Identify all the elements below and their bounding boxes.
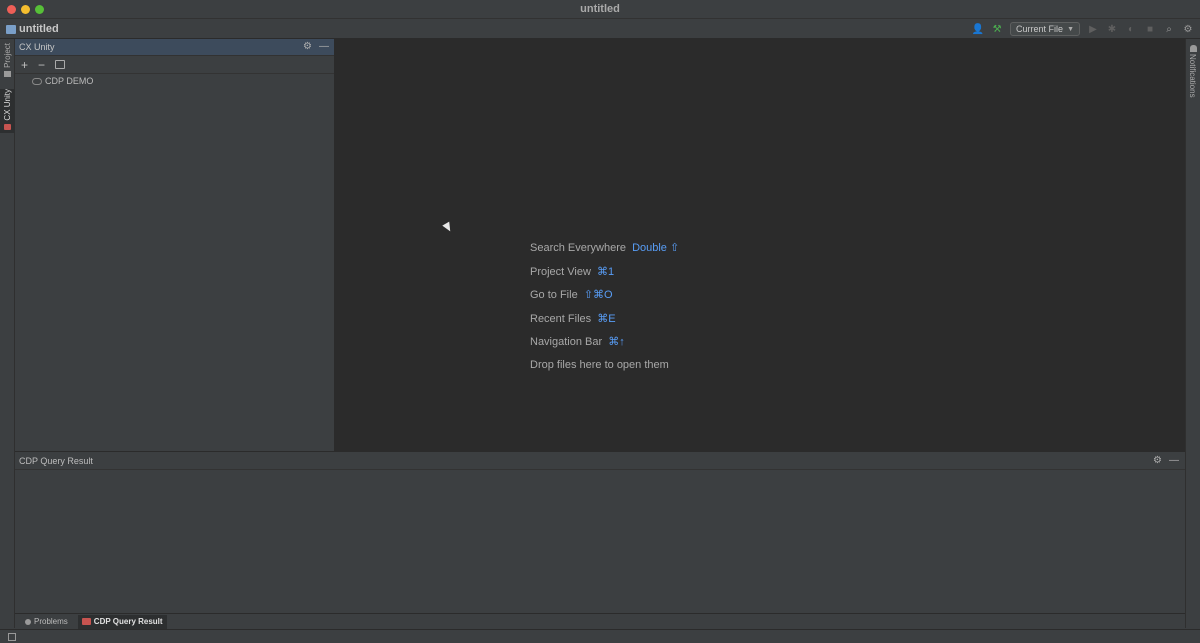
hint-label: Navigation Bar (530, 336, 603, 348)
tab-label: Problems (34, 617, 68, 626)
settings-gear-icon[interactable]: ⚙ (1153, 455, 1162, 466)
status-bar (0, 629, 1200, 643)
left-tool-stripe: Project CX Unity (0, 39, 15, 628)
tool-window-header: CX Unity ⚙ — (15, 39, 334, 56)
panel-title: CDP Query Result (19, 456, 93, 466)
bell-icon (1189, 45, 1197, 52)
hint-label: Recent Files (530, 312, 592, 325)
tree-item-cdp-demo[interactable]: CDP DEMO (32, 76, 93, 86)
toggle-tool-windows-icon[interactable] (8, 633, 16, 641)
remove-minus-icon[interactable]: − (38, 58, 45, 72)
title-bar: untitled (0, 0, 1200, 19)
run-icon[interactable]: ▶ (1087, 23, 1099, 35)
database-icon (81, 618, 91, 625)
hint-drop-files: Drop files here to open them (530, 359, 679, 383)
hide-minus-icon[interactable]: — (1169, 455, 1179, 466)
problems-icon (25, 618, 31, 625)
run-configuration-selector[interactable]: Current File ▼ (1010, 22, 1080, 36)
calendar-icon[interactable] (55, 60, 66, 69)
folder-icon (4, 70, 11, 77)
cx-unity-icon (4, 123, 11, 130)
hint-navigation-bar: Navigation Bar ⌘↑ (530, 335, 679, 359)
stop-icon[interactable]: ■ (1144, 23, 1156, 35)
hint-label: Project View (530, 265, 591, 278)
panel-actions: ⚙ — (1153, 455, 1179, 466)
tab-label: CDP Query Result (93, 617, 163, 626)
editor-area[interactable]: Search Everywhere Double ⇧ Project View … (335, 39, 1185, 451)
hint-recent-files: Recent Files ⌘E (530, 312, 679, 336)
toolbar-actions: 👤 ⚒ Current File ▼ ▶ ✱ ◐ ■ ⌕ ⚙ (972, 21, 1194, 37)
hint-shortcut: ⌘↑ (608, 336, 625, 348)
hide-minus-icon[interactable]: — (319, 41, 329, 52)
mouse-cursor-icon (442, 221, 454, 234)
stripe-tab-project[interactable]: Project (0, 43, 15, 77)
cloud-icon (32, 77, 42, 85)
tool-window-actions: ⚙ — (303, 41, 329, 52)
hint-project-view: Project View ⌘1 (530, 265, 679, 289)
user-icon[interactable]: 👤 (972, 23, 984, 35)
tab-problems[interactable]: Problems (21, 615, 72, 629)
debug-icon[interactable]: ✱ (1106, 23, 1118, 35)
add-plus-icon[interactable]: + (21, 58, 28, 72)
hint-label: Search Everywhere (530, 242, 626, 254)
hint-shortcut: Double ⇧ (632, 242, 680, 254)
build-hammer-icon[interactable]: ⚒ (991, 23, 1003, 35)
panel-header: CDP Query Result ⚙ — (15, 452, 1185, 470)
window-title: untitled (580, 3, 620, 15)
chevron-down-icon: ▼ (1067, 25, 1074, 33)
hint-search-everywhere: Search Everywhere Double ⇧ (530, 241, 679, 265)
hint-label: Drop files here to open them (530, 358, 669, 371)
coverage-icon[interactable]: ◐ (1125, 23, 1137, 35)
settings-gear-icon[interactable]: ⚙ (1182, 23, 1194, 35)
tool-window-title: CX Unity (19, 42, 55, 52)
editor-empty-hints: Search Everywhere Double ⇧ Project View … (530, 241, 679, 382)
cx-unity-tool-window: CX Unity ⚙ — + − CDP DEMO (15, 39, 335, 451)
project-name: untitled (19, 23, 59, 35)
right-tool-stripe: Notifications (1185, 39, 1200, 628)
hint-shortcut: ⇧⌘O (583, 289, 613, 301)
bottom-tool-tabs: Problems CDP Query Result (15, 613, 1185, 629)
tab-cdp-query-result[interactable]: CDP Query Result (77, 614, 167, 629)
settings-gear-icon[interactable]: ⚙ (303, 41, 312, 52)
hint-shortcut: ⌘E (597, 312, 616, 325)
stripe-tab-notifications[interactable]: Notifications (1186, 45, 1200, 101)
run-configuration-label: Current File (1016, 24, 1064, 34)
hint-go-to-file: Go to File ⇧⌘O (530, 288, 679, 312)
stripe-tab-label: CX Unity (3, 89, 12, 121)
hint-shortcut: ⌘1 (597, 265, 615, 278)
tool-window-toolbar: + − (15, 56, 334, 74)
search-icon[interactable]: ⌕ (1163, 23, 1175, 35)
main-toolbar: untitled 👤 ⚒ Current File ▼ ▶ ✱ ◐ ■ ⌕ ⚙ (0, 19, 1200, 39)
stripe-tab-cx-unity[interactable]: CX Unity (0, 89, 15, 133)
stripe-tab-label: Project (3, 43, 12, 68)
project-widget[interactable]: untitled (6, 23, 59, 35)
cdp-query-result-panel: CDP Query Result ⚙ — (15, 451, 1185, 613)
project-folder-icon (6, 24, 16, 34)
tree-item-label: CDP DEMO (45, 76, 94, 86)
notifications-label: Notifications (1188, 54, 1197, 98)
hint-label: Go to File (530, 289, 578, 301)
